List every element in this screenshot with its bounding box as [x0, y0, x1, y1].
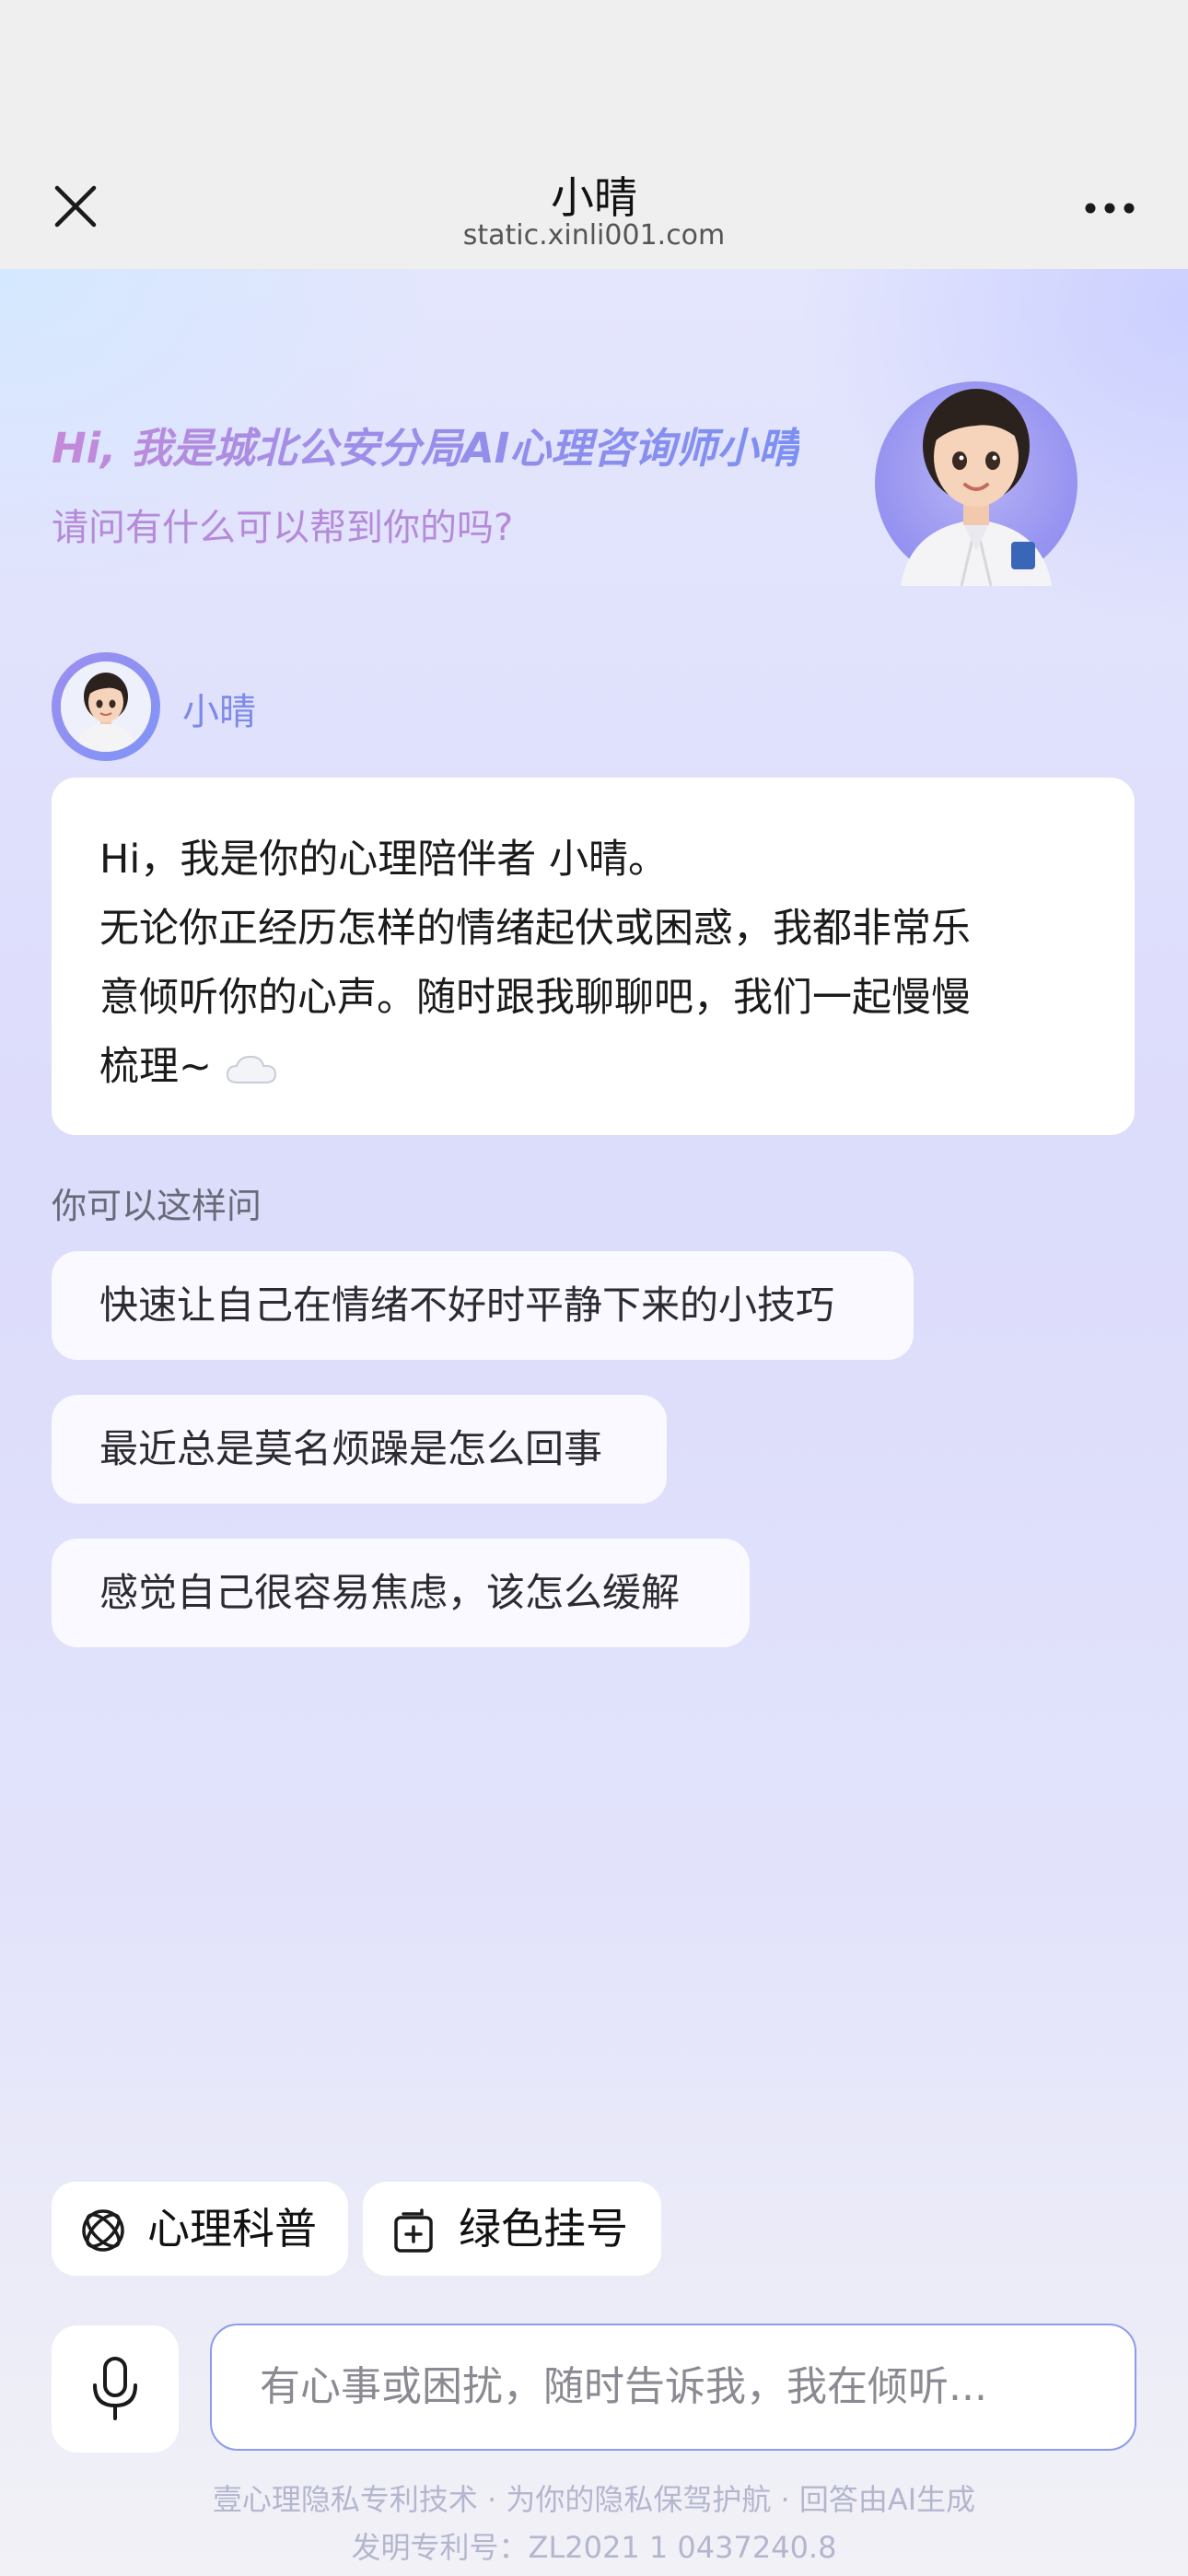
greeting-line-last: 梳理~	[99, 1033, 1089, 1102]
suggestion-chip[interactable]: 感觉自己很容易焦虑，该怎么缓解	[52, 1539, 750, 1647]
greeting-message-bubble: Hi，我是你的心理陪伴者 小晴。 无论你正经历怎样的情绪起伏或困惑，我都非常乐 …	[52, 778, 1135, 1135]
page-title: 小晴	[551, 173, 637, 224]
counselor-avatar-illustration	[875, 381, 1077, 586]
app-root: 小晴 static.xinli001.com Hi, 我是城北公安分局AI心理咨…	[0, 0, 1188, 2576]
greeting-line: Hi，我是你的心理陪伴者 小晴。	[99, 837, 668, 883]
greeting-line: 意倾听你的心声。随时跟我聊聊吧，我们一起慢慢	[99, 975, 971, 1021]
tool-label: 绿色挂号	[459, 2204, 628, 2254]
suggestions-label: 你可以这样问	[52, 1186, 262, 1226]
greeting-line: 无论你正经历怎样的情绪起伏或困惑，我都非常乐	[99, 906, 971, 952]
voice-input-button[interactable]	[52, 2325, 179, 2453]
hero-subtitle: 请问有什么可以帮到你的吗?	[52, 507, 514, 549]
message-input[interactable]	[260, 2325, 1107, 2448]
footer-privacy-note: 壹心理隐私专利技术 · 为你的隐私保驾护航 · 回答由AI生成	[212, 2482, 976, 2517]
bot-name: 小晴	[182, 691, 256, 733]
psychology-science-button[interactable]: 心理科普	[52, 2182, 348, 2276]
hero-title: Hi, 我是城北公安分局AI心理咨询师小晴	[52, 415, 799, 474]
suggestion-chip[interactable]: 最近总是莫名烦躁是怎么回事	[52, 1395, 667, 1504]
top-nav-bar: 小晴 static.xinli001.com	[0, 0, 1188, 269]
footer-patent-number: 发明专利号：ZL2021 1 0437240.8	[351, 2530, 837, 2565]
more-icon[interactable]	[1083, 201, 1136, 216]
green-registration-button[interactable]: 绿色挂号	[363, 2182, 661, 2276]
message-input-box[interactable]	[210, 2324, 1136, 2451]
bot-avatar-image	[61, 662, 151, 752]
page-url: static.xinli001.com	[462, 219, 726, 252]
atom-icon	[82, 2209, 124, 2252]
bot-avatar	[52, 652, 160, 761]
greeting-line: 梳理~	[99, 1044, 213, 1090]
suggestion-chip[interactable]: 快速让自己在情绪不好时平静下来的小技巧	[52, 1251, 914, 1360]
microphone-icon	[93, 2357, 137, 2420]
add-register-icon	[394, 2208, 433, 2253]
tool-label: 心理科普	[147, 2204, 317, 2254]
cloud-icon	[226, 1055, 277, 1083]
